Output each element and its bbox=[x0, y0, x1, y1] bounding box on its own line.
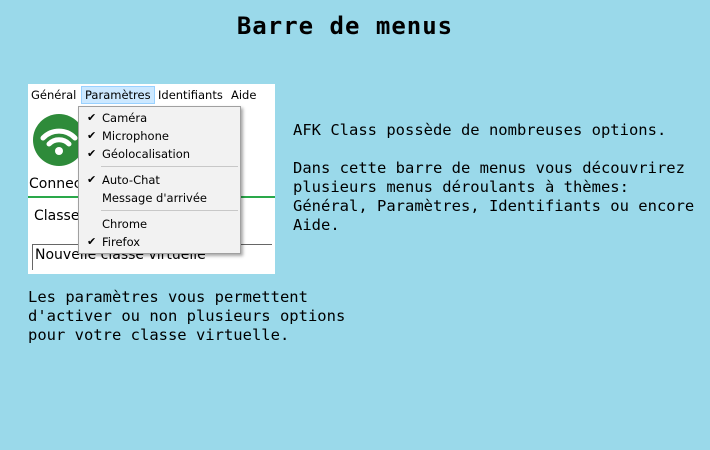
description-paragraph-2: Dans cette barre de menus vous découvrir… bbox=[293, 159, 695, 234]
option-label: Microphone bbox=[102, 129, 169, 143]
menu-parametres[interactable]: Paramètres bbox=[81, 86, 155, 104]
option-label: Auto-Chat bbox=[102, 173, 160, 187]
option-message-arrivee[interactable]: Message d'arrivée bbox=[79, 189, 240, 207]
app-screenshot: Général Paramètres Identifiants Aide Con… bbox=[28, 84, 275, 274]
option-geolocalisation[interactable]: ✔ Géolocalisation bbox=[79, 145, 240, 163]
menu-separator bbox=[101, 210, 238, 211]
menu-identifiants[interactable]: Identifiants bbox=[155, 87, 226, 103]
option-label: Chrome bbox=[102, 217, 148, 231]
option-chrome[interactable]: Chrome bbox=[79, 215, 240, 233]
parameters-explanation: Les paramètres vous permettent d'activer… bbox=[28, 288, 346, 344]
page-title: Barre de menus bbox=[236, 12, 454, 40]
description-text: AFK Class possède de nombreuses options.… bbox=[293, 121, 703, 254]
checkmark-icon: ✔ bbox=[87, 129, 97, 142]
option-label: Firefox bbox=[102, 235, 141, 249]
checkmark-icon: ✔ bbox=[87, 147, 97, 160]
checkmark-icon: ✔ bbox=[87, 111, 97, 124]
option-label: Caméra bbox=[102, 111, 148, 125]
option-label: Géolocalisation bbox=[102, 147, 191, 161]
connection-label: Connec bbox=[29, 176, 82, 192]
menu-bar: Général Paramètres Identifiants Aide bbox=[28, 84, 275, 106]
description-paragraph-1: AFK Class possède de nombreuses options. bbox=[293, 121, 667, 139]
option-auto-chat[interactable]: ✔ Auto-Chat bbox=[79, 171, 240, 189]
checkmark-icon: ✔ bbox=[87, 235, 97, 248]
option-camera[interactable]: ✔ Caméra bbox=[79, 109, 240, 127]
checkmark-icon: ✔ bbox=[87, 173, 97, 186]
menu-aide[interactable]: Aide bbox=[228, 87, 259, 103]
menu-separator bbox=[101, 166, 238, 167]
option-microphone[interactable]: ✔ Microphone bbox=[79, 127, 240, 145]
parametres-dropdown-menu: ✔ Caméra ✔ Microphone ✔ Géolocalisation … bbox=[78, 106, 241, 254]
class-label: Classe bbox=[34, 208, 80, 224]
menu-general[interactable]: Général bbox=[28, 87, 79, 103]
option-firefox[interactable]: ✔ Firefox bbox=[79, 233, 240, 251]
option-label: Message d'arrivée bbox=[102, 191, 207, 205]
